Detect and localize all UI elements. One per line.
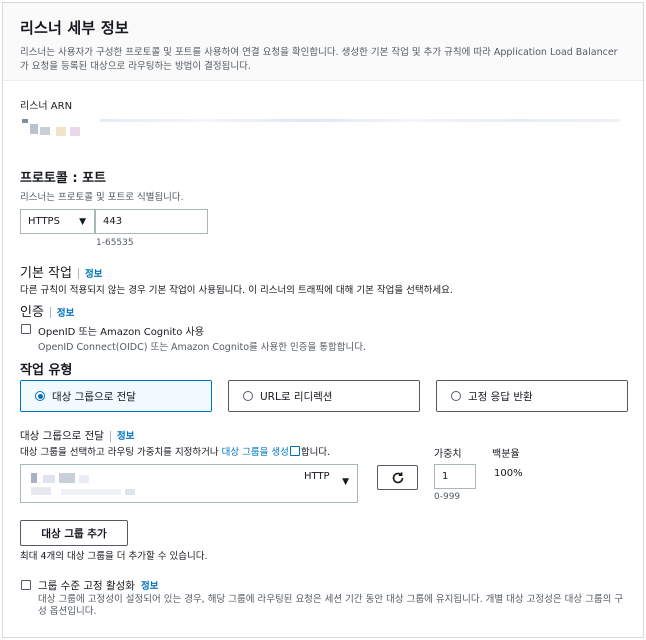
caret-down-icon: ▼ xyxy=(79,216,86,227)
forward-heading: 대상 그룹으로 전달 정보 xyxy=(20,428,134,443)
port-input[interactable]: 443 xyxy=(95,209,208,234)
forward-desc-suffix: 합니다. xyxy=(300,447,331,458)
target-group-select[interactable]: HTTP ▼ xyxy=(20,464,358,503)
stickiness-checkbox[interactable] xyxy=(21,580,31,590)
refresh-icon xyxy=(392,471,403,483)
action-type-redirect-option[interactable]: URL로 리디렉션 xyxy=(228,380,420,412)
forward-description: 대상 그룹을 선택하고 라우팅 가중치를 지정하거나 대상 그룹을 생성 합니다. xyxy=(20,444,330,458)
divider xyxy=(77,268,79,279)
default-action-heading: 기본 작업 정보 xyxy=(20,262,102,281)
arn-label: 리스너 ARN xyxy=(20,101,73,112)
panel-title: 리스너 세부 정보 xyxy=(20,19,129,37)
percent-label: 백분율 xyxy=(492,449,520,460)
action-type-redirect-label: URL로 리디렉션 xyxy=(260,390,333,403)
create-target-group-link[interactable]: 대상 그룹을 생성 xyxy=(222,447,289,458)
auth-title: 인증 xyxy=(20,305,44,320)
default-action-description: 다른 규칙이 적용되지 않는 경우 기본 작업이 사용됩니다. 이 리스너의 트… xyxy=(20,285,453,296)
radio-icon xyxy=(243,391,253,401)
protocol-select-value: HTTPS xyxy=(28,216,60,227)
protocol-port-title: 프로토콜 : 포트 xyxy=(20,171,107,186)
action-type-forward-label: 대상 그룹으로 전달 xyxy=(52,390,136,403)
action-type-forward-option[interactable]: 대상 그룹으로 전달 xyxy=(20,380,212,412)
auth-checkbox[interactable] xyxy=(21,324,31,334)
panel-description: 리스너는 사용자가 구성한 프로토콜 및 포트를 사용하여 연결 요청을 확인합… xyxy=(20,47,618,72)
divider xyxy=(49,307,51,318)
caret-down-icon: ▼ xyxy=(342,477,349,487)
forward-title: 대상 그룹으로 전달 xyxy=(20,430,104,442)
weight-hint: 0-999 xyxy=(434,492,461,502)
stickiness-label: 그룹 수준 고정 활성화 xyxy=(38,580,135,592)
stickiness-description: 대상 그룹에 고정성이 설정되어 있는 경우, 해당 그룹에 라우팅된 요청은 … xyxy=(38,594,624,617)
weight-label: 가중치 xyxy=(434,449,462,460)
action-type-title: 작업 유형 xyxy=(20,363,73,378)
stickiness-info-link[interactable]: 정보 xyxy=(141,581,158,592)
default-action-title: 기본 작업 xyxy=(20,266,72,281)
auth-checkbox-description: OpenID Connect(OIDC) 또는 Amazon Cognito를 … xyxy=(38,342,366,353)
percent-value: 100% xyxy=(494,468,523,479)
port-input-value: 443 xyxy=(103,216,123,227)
external-link-icon xyxy=(289,446,300,456)
auth-info-link[interactable]: 정보 xyxy=(57,308,74,319)
radio-selected-icon xyxy=(35,391,45,401)
add-target-group-hint: 최대 4개의 대상 그룹을 더 추가할 수 있습니다. xyxy=(20,551,208,562)
auth-checkbox-label: OpenID 또는 Amazon Cognito 사용 xyxy=(38,327,204,338)
action-type-fixed-response-option[interactable]: 고정 응답 반환 xyxy=(436,380,628,412)
protocol-port-description: 리스너는 프로토콜 및 포트로 식별됩니다. xyxy=(20,192,184,203)
forward-desc-prefix: 대상 그룹을 선택하고 라우팅 가중치를 지정하거나 xyxy=(20,447,222,458)
port-hint: 1-65535 xyxy=(96,238,134,248)
protocol-select[interactable]: HTTPS ▼ xyxy=(20,209,95,234)
stickiness-heading: 그룹 수준 고정 활성화 정보 xyxy=(38,578,158,593)
add-target-group-button[interactable]: 대상 그룹 추가 xyxy=(20,520,128,546)
radio-icon xyxy=(451,391,461,401)
weight-input[interactable]: 1 xyxy=(434,464,476,489)
forward-info-link[interactable]: 정보 xyxy=(117,431,134,442)
panel-header: 리스너 세부 정보 리스너는 사용자가 구성한 프로토콜 및 포트를 사용하여 … xyxy=(3,3,643,81)
weight-input-value: 1 xyxy=(442,471,449,482)
default-action-info-link[interactable]: 정보 xyxy=(85,269,102,280)
target-type-label: HTTP xyxy=(304,471,330,482)
refresh-button[interactable] xyxy=(377,465,418,490)
divider xyxy=(109,430,111,442)
auth-heading: 인증 정보 xyxy=(20,301,74,320)
action-type-fixed-response-label: 고정 응답 반환 xyxy=(468,390,533,403)
